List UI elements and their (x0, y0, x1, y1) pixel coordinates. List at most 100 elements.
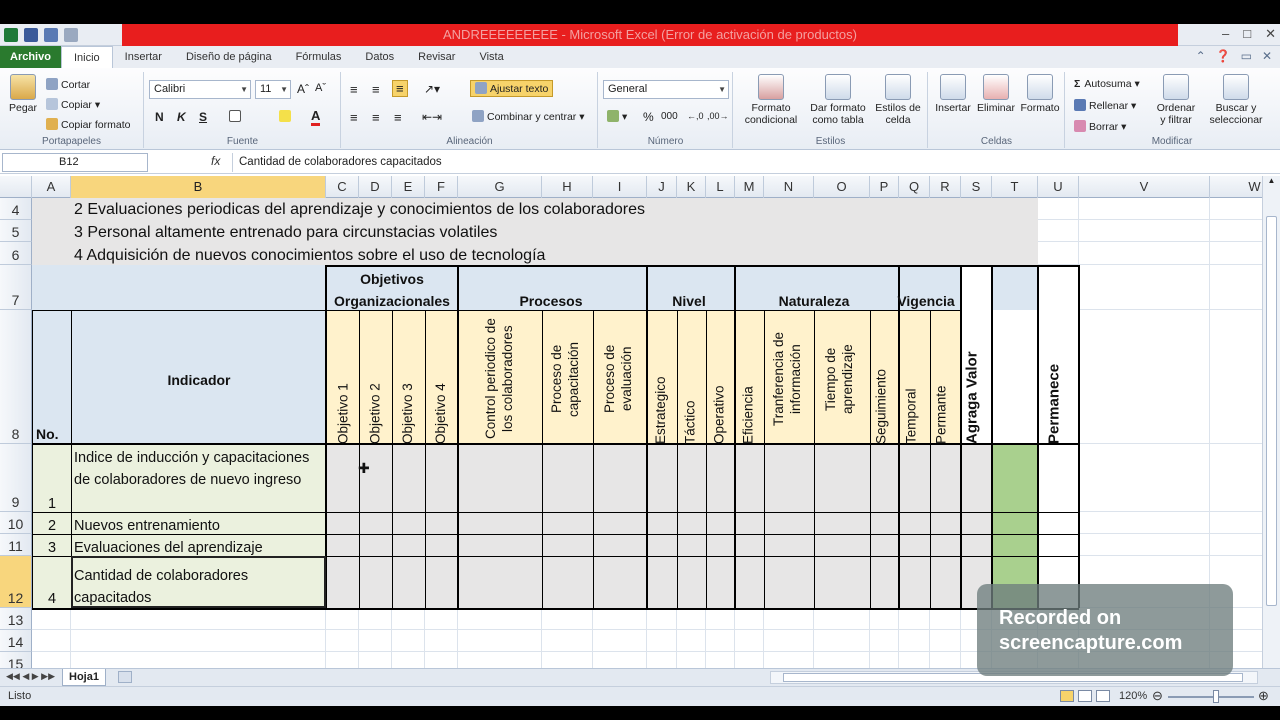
shrink-font-button[interactable]: Aˇ (315, 82, 326, 94)
undo-icon[interactable] (44, 28, 58, 42)
row-header-14[interactable]: 14 (0, 630, 32, 652)
column-header-r[interactable]: R (930, 176, 961, 198)
thousands-button[interactable]: 000 (661, 111, 678, 122)
normal-view-icon[interactable] (1060, 690, 1074, 702)
column-header-w[interactable]: W (1210, 176, 1262, 198)
sort-filter-button[interactable]: Ordenar y filtrar (1152, 74, 1200, 126)
percent-button[interactable]: % (643, 110, 654, 124)
new-sheet-icon[interactable] (118, 671, 132, 683)
borders-button[interactable] (229, 110, 244, 123)
row-header-12[interactable]: 12 (0, 556, 32, 608)
minimize-icon[interactable]: – (1222, 26, 1229, 42)
bold-button[interactable]: N (155, 110, 164, 124)
close-icon[interactable]: ✕ (1265, 26, 1276, 42)
row-header-4[interactable]: 4 (0, 198, 32, 220)
zoom-slider[interactable] (1168, 696, 1254, 698)
underline-button[interactable]: S (199, 110, 207, 124)
column-header-v[interactable]: V (1079, 176, 1210, 198)
merge-center-button[interactable]: Combinar y centrar ▾ (472, 110, 584, 123)
cut-button[interactable]: Cortar (46, 78, 90, 91)
formula-input[interactable]: Cantidad de colaboradores capacitados (232, 153, 1264, 172)
copy-button[interactable]: Copiar ▾ (46, 98, 100, 111)
sheet-nav-icon[interactable]: ◀◀ ◀ ▶ ▶▶ (6, 671, 55, 682)
column-header-m[interactable]: M (735, 176, 764, 198)
help-icon[interactable]: ❓ (1216, 49, 1231, 63)
name-box[interactable]: B12 (2, 153, 148, 172)
format-as-table-button[interactable]: Dar formato como tabla (806, 74, 870, 126)
number-format-combo[interactable]: General ▼ (603, 80, 729, 99)
delete-cells-button[interactable]: Eliminar (975, 74, 1017, 114)
row-header-8[interactable]: 8 (0, 310, 32, 444)
tab-insertar[interactable]: Insertar (113, 46, 174, 68)
close-workbook-icon[interactable]: ✕ (1262, 49, 1272, 63)
row-header-11[interactable]: 11 (0, 534, 32, 556)
orientation-button[interactable]: ↗▾ (424, 82, 440, 96)
indent-button[interactable]: ⇤⇥ (422, 110, 442, 124)
sheet-tab-hoja1[interactable]: Hoja1 (62, 669, 106, 686)
zoom-level[interactable]: 120% (1119, 690, 1147, 702)
page-break-view-icon[interactable] (1096, 690, 1110, 702)
redo-icon[interactable] (64, 28, 78, 42)
zoom-in-icon[interactable]: ⊕ (1258, 688, 1269, 704)
indicator-3-name[interactable]: Evaluaciones del aprendizaje (74, 537, 263, 559)
vertical-scrollbar[interactable]: ▲ (1262, 176, 1280, 668)
zoom-out-icon[interactable]: ⊖ (1152, 688, 1163, 704)
column-header-q[interactable]: Q (899, 176, 930, 198)
column-header-n[interactable]: N (764, 176, 814, 198)
fill-color-button[interactable] (279, 110, 294, 123)
row-header-13[interactable]: 13 (0, 608, 32, 630)
row-header-6[interactable]: 6 (0, 242, 32, 265)
row-header-7[interactable]: 7 (0, 265, 32, 310)
font-color-button[interactable]: A (311, 108, 321, 126)
indicator-4-name[interactable]: Cantidad de colaboradores capacitados (74, 565, 304, 609)
increase-decimal-button[interactable]: ←,0 (687, 111, 704, 121)
decrease-decimal-button[interactable]: ,00→ (707, 111, 729, 121)
column-header-h[interactable]: H (542, 176, 593, 198)
tab-diseno-pagina[interactable]: Diseño de página (174, 46, 284, 68)
align-top-button[interactable]: ≡ (350, 82, 358, 97)
column-header-o[interactable]: O (814, 176, 870, 198)
clear-button[interactable]: Borrar ▾ (1074, 120, 1126, 133)
column-header-b[interactable]: B (71, 176, 326, 198)
autosum-button[interactable]: Σ Autosuma ▾ (1074, 78, 1140, 90)
tab-archivo[interactable]: Archivo (0, 46, 61, 68)
column-header-c[interactable]: C (326, 176, 359, 198)
save-icon[interactable] (24, 28, 38, 42)
row-header-10[interactable]: 10 (0, 512, 32, 534)
column-header-e[interactable]: E (392, 176, 425, 198)
tab-datos[interactable]: Datos (353, 46, 406, 68)
column-header-i[interactable]: I (593, 176, 647, 198)
column-header-p[interactable]: P (870, 176, 899, 198)
indicator-2-name[interactable]: Nuevos entrenamiento (74, 515, 220, 537)
page-layout-view-icon[interactable] (1078, 690, 1092, 702)
column-header-a[interactable]: A (32, 176, 71, 198)
restore-icon[interactable]: ▭ (1241, 49, 1252, 63)
align-middle-button[interactable]: ≡ (372, 82, 380, 97)
align-right-button[interactable]: ≡ (394, 110, 402, 125)
column-header-g[interactable]: G (458, 176, 542, 198)
column-header-l[interactable]: L (706, 176, 735, 198)
select-all-corner[interactable] (0, 176, 32, 198)
tab-revisar[interactable]: Revisar (406, 46, 467, 68)
format-painter-button[interactable]: Copiar formato (46, 118, 130, 131)
currency-button[interactable]: ▾ (607, 110, 627, 123)
row-header-5[interactable]: 5 (0, 220, 32, 242)
column-header-t[interactable]: T (992, 176, 1038, 198)
paste-button[interactable]: Pegar (6, 74, 40, 114)
align-center-button[interactable]: ≡ (372, 110, 380, 125)
row-header-9[interactable]: 9 (0, 444, 32, 512)
zoom-slider-thumb[interactable] (1213, 690, 1219, 703)
find-select-button[interactable]: Buscar y seleccionar (1204, 74, 1268, 126)
cell-styles-button[interactable]: Estilos de celda (872, 74, 924, 126)
column-header-f[interactable]: F (425, 176, 458, 198)
font-size-combo[interactable]: 11 ▼ (255, 80, 291, 99)
conditional-format-button[interactable]: Formato condicional (740, 74, 802, 126)
tab-vista[interactable]: Vista (467, 46, 515, 68)
insert-cells-button[interactable]: Insertar (933, 74, 973, 114)
column-header-u[interactable]: U (1038, 176, 1079, 198)
tab-formulas[interactable]: Fórmulas (284, 46, 354, 68)
align-bottom-button[interactable]: ≡ (392, 80, 408, 97)
format-cells-button[interactable]: Formato (1019, 74, 1061, 114)
column-header-k[interactable]: K (677, 176, 706, 198)
wrap-text-button[interactable]: Ajustar texto (470, 80, 554, 97)
